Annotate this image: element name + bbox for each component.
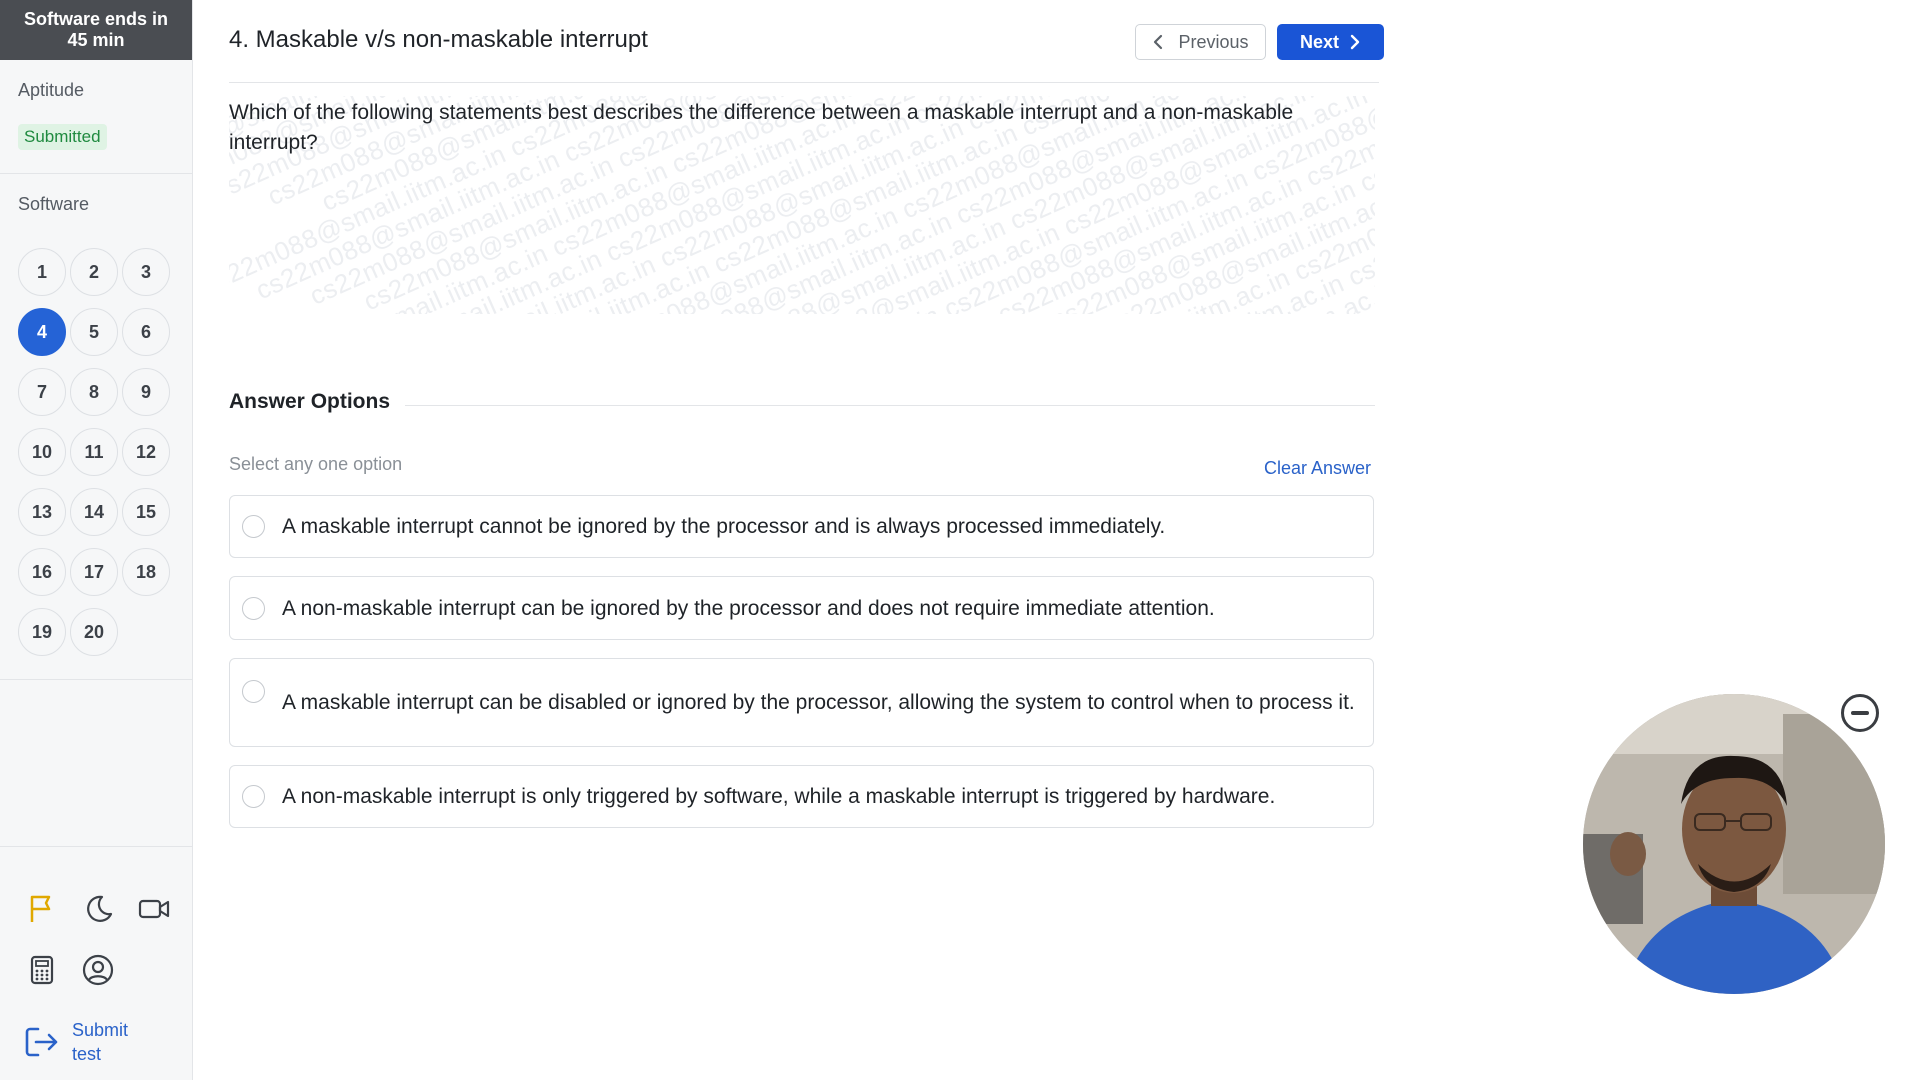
question-nav-row: 13 14 15 [18,488,188,536]
question-nav-14[interactable]: 14 [70,488,118,536]
minimize-webcam-button[interactable] [1841,694,1879,732]
select-hint: Select any one option [229,454,403,474]
question-nav-13[interactable]: 13 [18,488,66,536]
next-label: Next [1299,31,1339,52]
question-header: 4. Maskable v/s non-maskable interrupt P… [229,0,1384,83]
option-text: A non-maskable interrupt is only trigger… [282,785,1276,808]
answer-options-divider [405,405,1375,406]
chevron-left-icon [1154,34,1163,50]
section-timer: Software ends in 45 min [0,0,192,60]
question-nav-7[interactable]: 7 [18,368,66,416]
question-nav-row: 456 [18,308,188,356]
minus-icon [1851,711,1869,715]
webcam-image [1583,694,1885,994]
webcam-preview [1583,694,1885,994]
question-nav-row: 789 [18,368,188,416]
question-nav-19[interactable]: 19 [18,608,66,656]
previous-label: Previous [1178,31,1249,52]
answer-option-4[interactable]: A non-maskable interrupt is only trigger… [229,765,1374,828]
question-nav-12[interactable]: 12 [122,428,170,476]
submit-line1: Submit [72,1020,129,1040]
submit-test-label: Submit test [72,1018,152,1066]
question-nav-20[interactable]: 20 [70,608,118,656]
question-text: Which of the following statements best d… [229,101,1294,154]
question-title: 4. Maskable v/s non-maskable interrupt [229,26,648,53]
next-button[interactable]: Next [1277,24,1384,60]
submit-line2: test [72,1044,102,1064]
question-nav-3[interactable]: 3 [122,248,170,296]
question-nav-2[interactable]: 2 [70,248,118,296]
tools-divider [0,846,193,847]
question-nav-6[interactable]: 6 [122,308,170,356]
sidebar-divider [0,173,193,174]
submit-test-button[interactable]: Submit test [22,1018,152,1066]
question-navigator: 1 2 3 4 5 6 7 8 9 10 11 12 13 14 15 16 17 18 19 20 [18,248,188,668]
sidebar: Software ends in 45 min Aptitude Submitt… [0,0,193,1080]
aptitude-status-badge: Submitted [18,124,107,150]
question-nav-8[interactable]: 8 [70,368,118,416]
answer-option-2[interactable]: A non-maskable interrupt can be ignored … [229,576,1374,640]
timer-line2: 45 min [67,30,125,50]
question-nav-row: 123 [18,248,188,296]
question-nav-row: 16 17 18 [18,548,188,596]
clear-answer-link[interactable]: Clear Answer [1264,458,1371,479]
question-nav-4[interactable]: 4 [18,308,66,356]
question-nav-1[interactable]: 1 [18,248,66,296]
section-aptitude-title[interactable]: Aptitude [0,80,84,101]
question-nav-16[interactable]: 16 [18,548,66,596]
question-nav-row: 10 11 12 [18,428,188,476]
chevron-right-icon [1350,34,1360,50]
timer-line1: Software ends in [23,9,169,29]
question-nav-17[interactable]: 17 [70,548,118,596]
calculator-icon[interactable] [22,950,62,990]
radio-button[interactable] [242,785,265,808]
radio-button[interactable] [242,680,265,703]
sidebar-divider [0,679,193,680]
answer-option-3[interactable]: A maskable interrupt can be disabled or … [229,658,1374,747]
radio-button[interactable] [242,515,265,538]
previous-button[interactable]: Previous [1135,24,1266,60]
answer-options-title: Answer Options [229,390,391,413]
answer-option-1[interactable]: A maskable interrupt cannot be ignored b… [229,495,1374,558]
user-circle-icon[interactable] [78,950,118,990]
flag-icon[interactable] [22,889,62,929]
option-text: A non-maskable interrupt can be ignored … [282,596,1215,620]
question-nav-11[interactable]: 11 [70,428,118,476]
option-text: A maskable interrupt can be disabled or … [282,691,1355,714]
question-nav-9[interactable]: 9 [122,368,170,416]
question-nav-18[interactable]: 18 [122,548,170,596]
question-nav-5[interactable]: 5 [70,308,118,356]
radio-button[interactable] [242,596,265,620]
logout-icon [25,1027,58,1057]
question-nav-15[interactable]: 15 [122,488,170,536]
question-nav-row: 19 20 [18,608,188,656]
moon-icon[interactable] [78,889,118,929]
section-software-title: Software [18,194,90,214]
question-nav-10[interactable]: 10 [18,428,66,476]
video-camera-icon[interactable] [134,889,174,929]
option-text: A maskable interrupt cannot be ignored b… [282,515,1166,538]
